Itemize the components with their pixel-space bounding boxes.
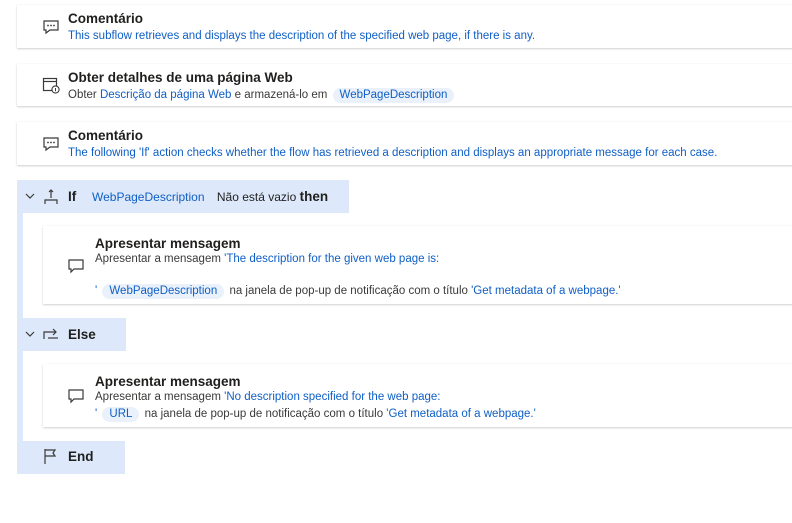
action-title: Comentário bbox=[68, 128, 144, 143]
comment-icon bbox=[43, 137, 59, 152]
action-title: Comentário bbox=[68, 11, 144, 26]
action-card-display-message-1[interactable]: Apresentar mensagem Apresentar a mensage… bbox=[43, 226, 792, 304]
description-prefix: Obter bbox=[68, 89, 97, 101]
then-keyword: then bbox=[299, 189, 329, 204]
else-block-rail bbox=[17, 351, 23, 441]
else-keyword: Else bbox=[68, 327, 96, 342]
action-card-get-webpage-details[interactable]: Obter detalhes de uma página Web Obter D… bbox=[17, 64, 792, 106]
action-description-line2: ' URL na janela de pop-up de notificação… bbox=[95, 407, 536, 422]
description-middle: na janela de pop-up de notificação com o… bbox=[144, 408, 384, 420]
variable-pill[interactable]: WebPageDescription bbox=[102, 284, 225, 299]
chevron-down-icon[interactable] bbox=[24, 328, 36, 340]
description-middle: e armazená-lo em bbox=[234, 89, 328, 101]
message-text[interactable]: 'The description for the given web page … bbox=[224, 253, 439, 265]
action-card-comment-2[interactable]: Comentário The following 'If' action che… bbox=[17, 122, 792, 165]
end-keyword: End bbox=[68, 449, 94, 464]
action-description-line2: ' WebPageDescription na janela de pop-up… bbox=[95, 284, 621, 299]
if-block-header[interactable]: If WebPageDescription Não está vazio the… bbox=[17, 180, 349, 213]
if-condition: WebPageDescription Não está vazio then bbox=[83, 189, 328, 205]
else-block-header[interactable]: Else bbox=[17, 318, 126, 351]
chevron-down-icon[interactable] bbox=[24, 190, 36, 202]
comment-icon bbox=[43, 20, 59, 35]
message-icon bbox=[68, 259, 84, 274]
quote-mark: ' bbox=[95, 408, 98, 420]
message-icon bbox=[68, 389, 84, 404]
variable-pill[interactable]: URL bbox=[102, 407, 140, 422]
description-prefix: Apresentar a mensagem bbox=[95, 391, 221, 403]
if-keyword: If bbox=[68, 189, 77, 204]
description-middle: na janela de pop-up de notificação com o… bbox=[229, 285, 468, 297]
parameter-link[interactable]: Descrição da página Web bbox=[100, 89, 231, 101]
action-description: Obter Descrição da página Web e armazená… bbox=[68, 88, 456, 103]
popup-title[interactable]: 'Get metadata of a webpage.' bbox=[471, 285, 621, 297]
action-card-display-message-2[interactable]: Apresentar mensagem Apresentar a mensage… bbox=[43, 364, 792, 427]
description-prefix: Apresentar a mensagem bbox=[95, 253, 221, 265]
end-block[interactable]: End bbox=[17, 441, 125, 474]
action-title: Apresentar mensagem bbox=[95, 236, 241, 251]
if-block-rail bbox=[17, 213, 23, 318]
action-description-line1: Apresentar a mensagem 'The description f… bbox=[95, 253, 439, 265]
branch-icon bbox=[44, 189, 58, 204]
variable-pill[interactable]: WebPageDescription bbox=[85, 190, 212, 205]
condition-operator: Não está vazio bbox=[216, 190, 297, 204]
quote-mark: ' bbox=[95, 285, 98, 297]
webpage-details-icon bbox=[42, 77, 60, 94]
message-text[interactable]: 'No description specified for the web pa… bbox=[224, 391, 440, 403]
else-branch-icon bbox=[43, 328, 58, 339]
comment-text: This subflow retrieves and displays the … bbox=[68, 30, 536, 42]
flag-icon bbox=[44, 449, 57, 464]
comment-text: The following 'If' action checks whether… bbox=[68, 147, 718, 159]
action-description-line1: Apresentar a mensagem 'No description sp… bbox=[95, 391, 441, 403]
action-title: Apresentar mensagem bbox=[95, 374, 241, 389]
variable-pill[interactable]: WebPageDescription bbox=[332, 88, 455, 103]
action-card-comment-1[interactable]: Comentário This subflow retrieves and di… bbox=[17, 5, 792, 48]
popup-title[interactable]: 'Get metadata of a webpage.' bbox=[386, 408, 536, 420]
action-title: Obter detalhes de uma página Web bbox=[68, 70, 293, 85]
